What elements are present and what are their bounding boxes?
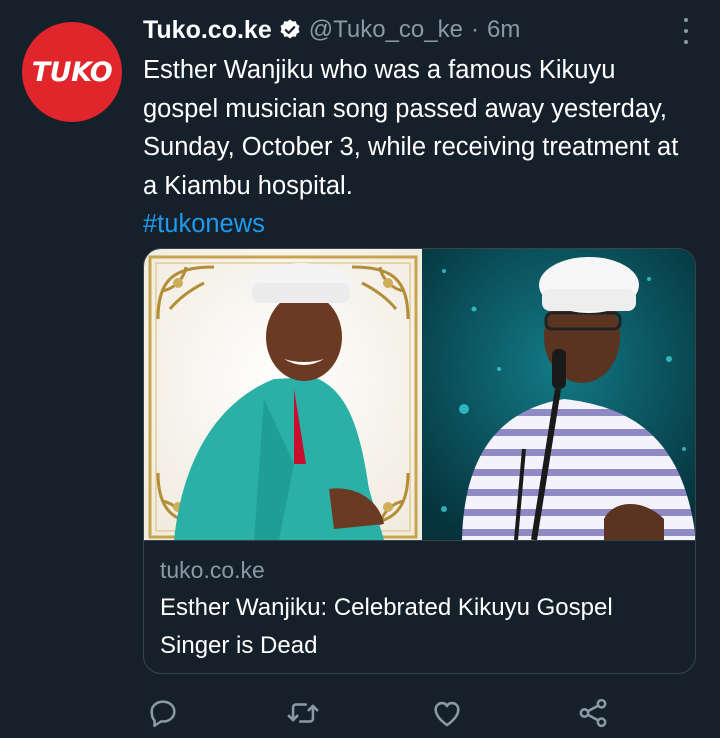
timestamp[interactable]: 6m <box>487 16 520 44</box>
share-icon[interactable] <box>576 696 610 730</box>
more-options-icon[interactable] <box>682 18 690 44</box>
link-card[interactable]: tuko.co.ke Esther Wanjiku: Celebrated Ki… <box>143 248 696 674</box>
hashtag-link[interactable]: #tukonews <box>143 205 693 244</box>
user-handle[interactable]: @Tuko_co_ke <box>309 16 463 44</box>
tweet-actions <box>143 696 623 732</box>
display-name[interactable]: Tuko.co.ke <box>143 16 272 45</box>
card-title: Esther Wanjiku: Celebrated Kikuyu Gospel… <box>160 594 613 659</box>
reply-icon[interactable] <box>146 696 180 730</box>
card-domain: tuko.co.ke <box>160 557 265 583</box>
tweet-text: Esther Wanjiku who was a famous Kikuyu g… <box>143 51 693 244</box>
avatar[interactable]: TUKO <box>22 22 122 122</box>
separator-dot: · <box>470 16 479 43</box>
tweet-body: Esther Wanjiku who was a famous Kikuyu g… <box>143 56 679 200</box>
avatar-logo-text: TUKO <box>31 56 113 88</box>
card-image-collage <box>144 249 695 540</box>
retweet-icon[interactable] <box>286 696 320 730</box>
verified-badge-icon <box>280 19 300 39</box>
tweet-header: Tuko.co.ke @Tuko_co_ke · 6m <box>143 12 520 48</box>
like-icon[interactable] <box>430 696 464 730</box>
card-image <box>144 249 695 541</box>
